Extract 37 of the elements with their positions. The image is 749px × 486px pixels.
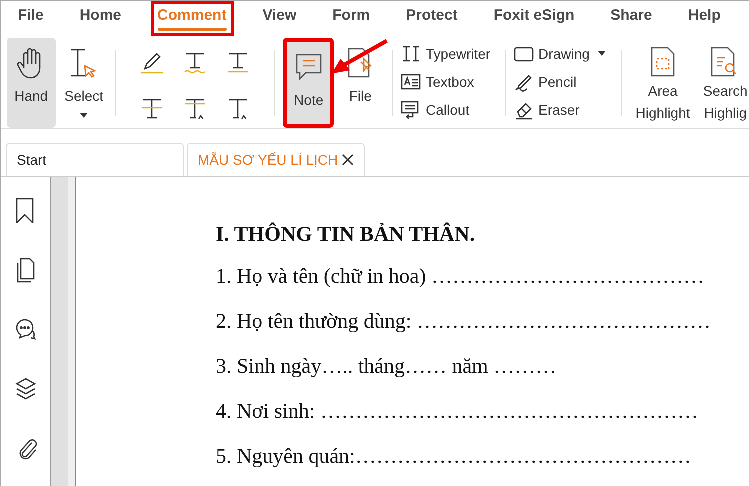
tool-button[interactable]: Textbox — [401, 70, 491, 94]
form-line: 4. Nơi sinh: ……………………………………………… — [216, 398, 700, 425]
menu-tab[interactable]: Home — [72, 0, 129, 36]
menu-tab[interactable]: Help — [681, 0, 728, 36]
menu-tab[interactable]: Form — [326, 0, 378, 36]
tool-button[interactable]: Area Highlight — [632, 38, 694, 128]
sidebar-button[interactable] — [14, 317, 38, 343]
menu-tab[interactable]: View — [256, 0, 304, 36]
tool-button[interactable]: Note — [283, 38, 334, 128]
caret-icon — [79, 113, 90, 119]
document-tab[interactable]: Start — [6, 143, 184, 176]
tool-button[interactable]: Eraser — [514, 98, 607, 122]
tool-button[interactable]: Callout — [401, 98, 491, 122]
tool-button[interactable]: Hand — [7, 38, 56, 128]
menu-tab[interactable]: Protect — [399, 0, 465, 36]
tool-button[interactable]: Search Highlig — [702, 38, 749, 128]
tool-button[interactable]: Drawing — [514, 42, 607, 66]
close-icon — [342, 154, 354, 166]
form-line: 5. Nguyên quán:………………………………………… — [216, 443, 692, 470]
tool-button[interactable]: File — [337, 38, 384, 128]
menu-tab[interactable]: Share — [604, 0, 660, 36]
caret-icon — [596, 51, 607, 57]
textbox-icon — [401, 72, 421, 92]
form-line: 1. Họ và tên (chữ in hoa) ………………………………… — [216, 263, 706, 290]
callout-icon — [401, 100, 421, 120]
pages-icon — [14, 257, 36, 283]
menu-tab[interactable]: Foxit eSign — [486, 0, 582, 36]
bookmark-icon — [14, 197, 36, 223]
form-line: 2. Họ tên thường dùng: …………………………………… — [216, 308, 712, 335]
typewriter-icon — [401, 44, 421, 64]
document-heading: I. THÔNG TIN BẢN THÂN. — [216, 221, 476, 248]
tool-button[interactable]: Select — [62, 38, 107, 128]
form-line: 3. Sinh ngày….. tháng…… năm ……… — [216, 353, 558, 380]
tool-button[interactable]: Typewriter — [401, 42, 491, 66]
menu-tab[interactable]: File — [11, 0, 51, 36]
tool-button[interactable]: Pencil — [514, 70, 607, 94]
comments-icon — [14, 317, 36, 343]
